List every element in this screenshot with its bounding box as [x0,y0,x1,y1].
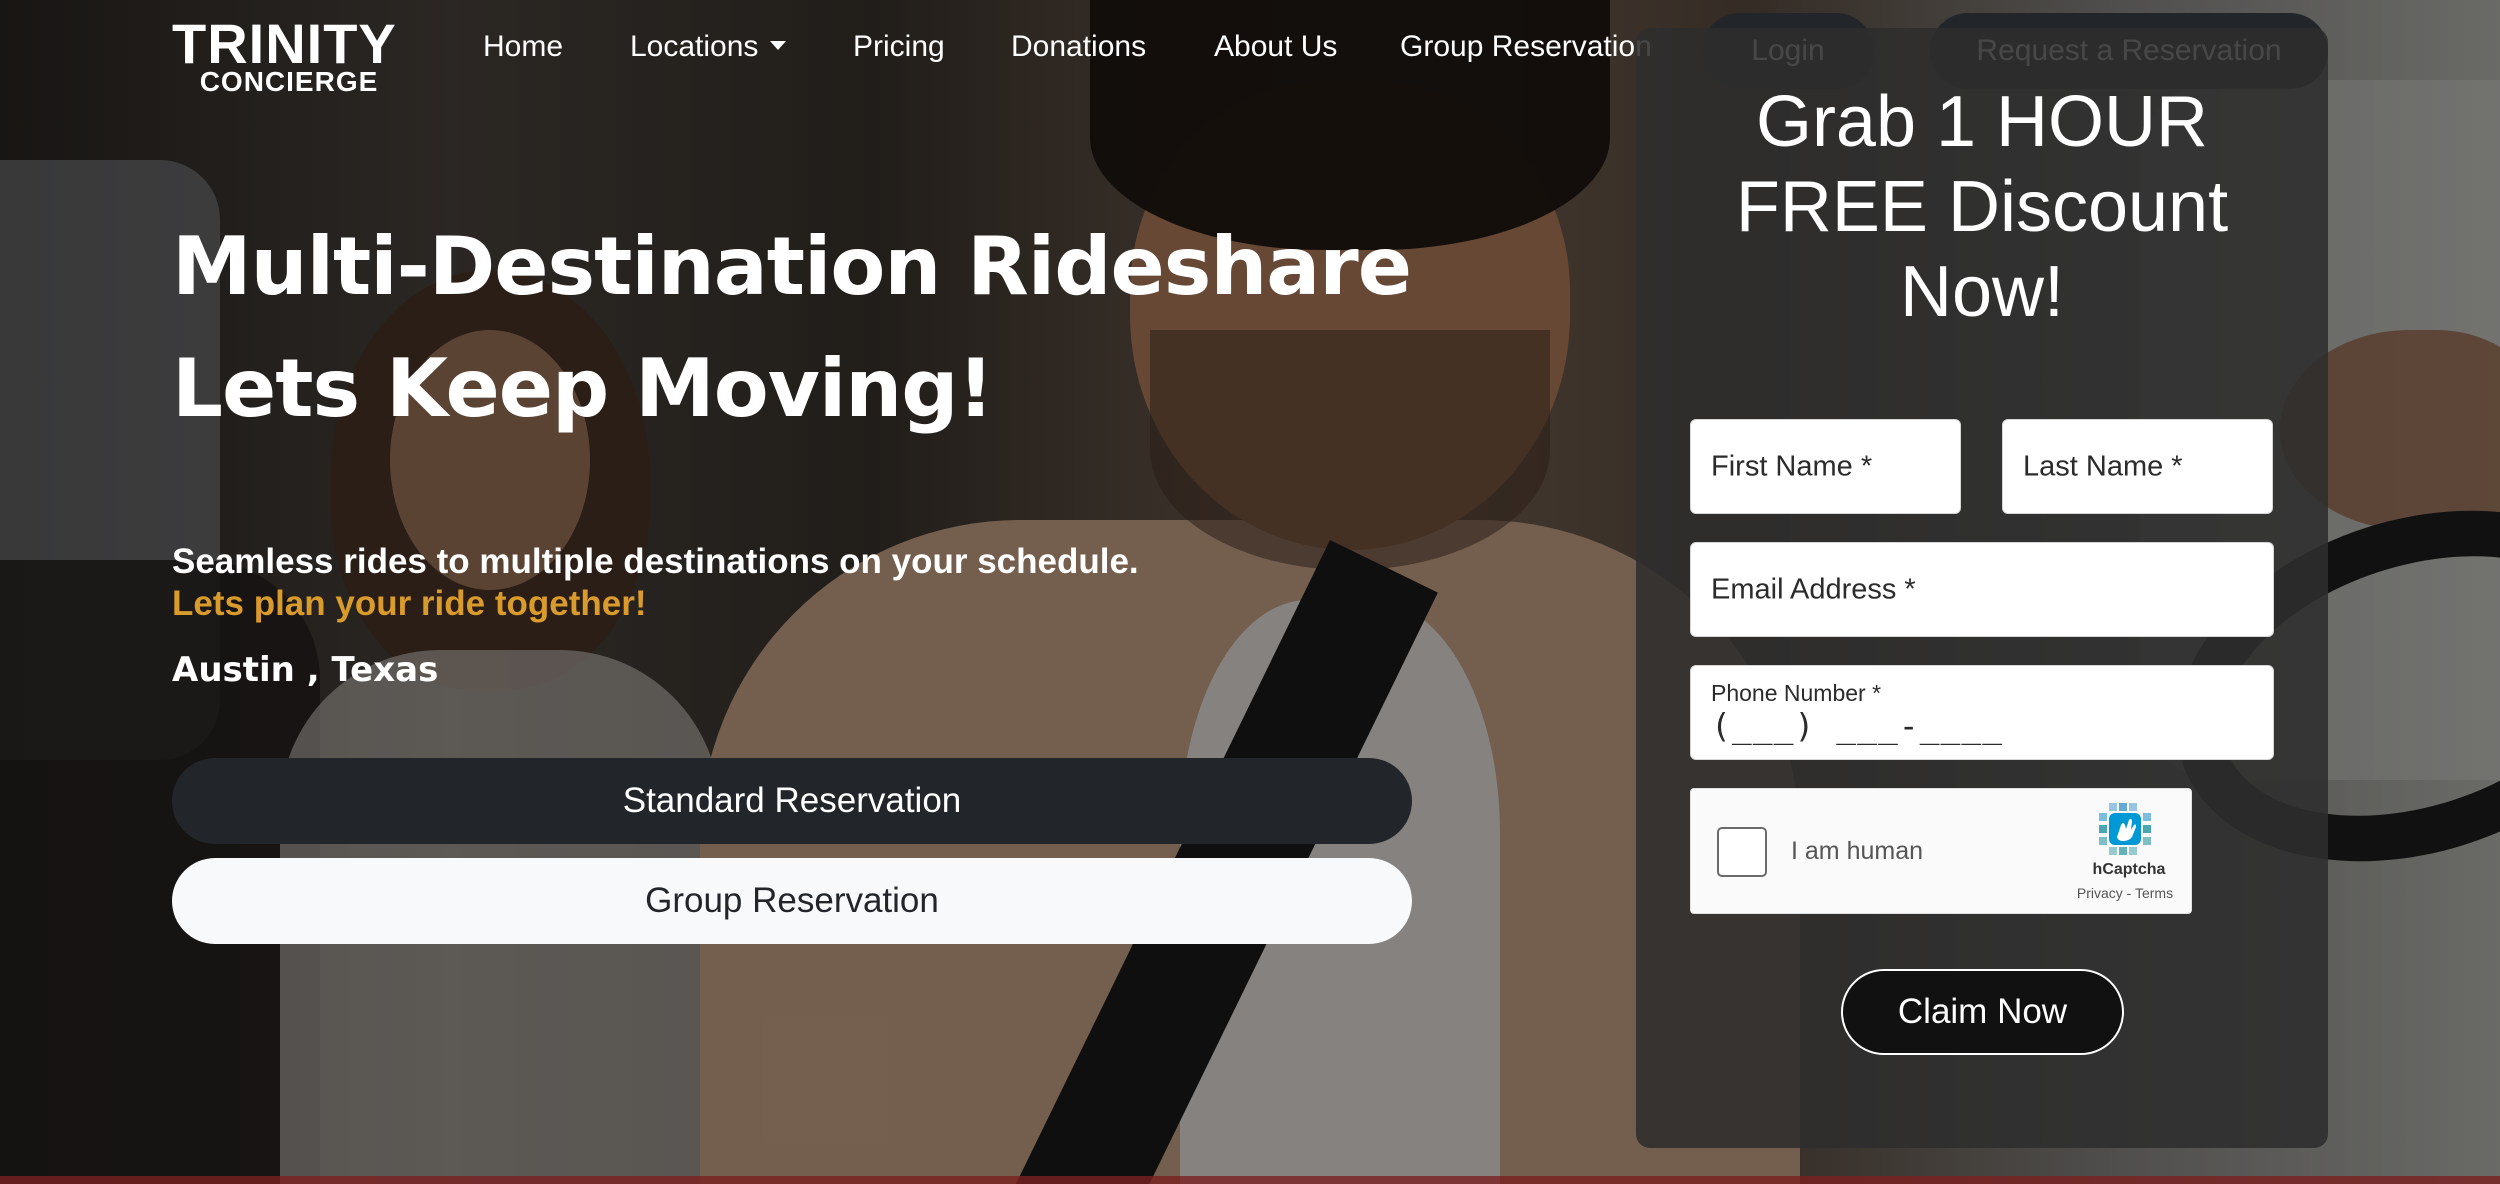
nav-home-link[interactable]: Home [483,30,563,64]
captcha-brand: hCaptcha [2092,861,2166,878]
site-logo[interactable]: TRINITY CONCIERGE [172,12,397,97]
nav-group-reservation-link[interactable]: Group Reservation [1400,30,1652,64]
nav-about-link[interactable]: About Us [1214,30,1337,64]
bottom-strip [0,1176,2500,1184]
phone-mask-value: (___) ___-____ [1711,706,2004,745]
phone-label: Phone Number * [1711,680,1882,706]
captcha-checkbox[interactable] [1717,827,1767,877]
phone-field[interactable]: Phone Number * (___) ___-____ [1690,665,2274,760]
email-label: Email Address * [1711,573,1916,605]
hero-location: Austin , Texas [172,650,439,690]
nav-pricing-link[interactable]: Pricing [853,30,945,64]
caret-down-icon [770,40,787,50]
group-reservation-button[interactable]: Group Reservation [172,858,1412,944]
nav-locations-label: Locations [630,30,759,63]
email-field[interactable]: Email Address * [1690,542,2274,637]
hero-accent-text: Lets plan your ride together! [172,584,647,623]
standard-reservation-button[interactable]: Standard Reservation [172,758,1412,844]
captcha-label: I am human [1791,837,1924,865]
logo-top-text: TRINITY [172,12,397,75]
last-name-label: Last Name * [2023,450,2183,482]
captcha-privacy-terms-links[interactable]: Privacy - Terms [2069,885,2181,901]
nav-locations-dropdown[interactable]: Locations [630,30,787,64]
hero-subtitle: Seamless rides to multiple destinations … [172,542,1139,581]
logo-bottom-text: CONCIERGE [199,66,379,97]
claim-now-button[interactable]: Claim Now [1841,969,2124,1055]
discount-title-line3: Now! [1899,252,2065,332]
hero-title-line1: Multi-Destination Rideshare [172,220,1412,313]
last-name-field[interactable]: Last Name * [2002,419,2273,514]
hero-title-line2: Lets Keep Moving! [172,342,994,435]
first-name-field[interactable]: First Name * [1690,419,1961,514]
nav-donations-link[interactable]: Donations [1011,30,1146,64]
discount-title-line1: Grab 1 HOUR [1755,82,2209,162]
discount-title-line2: FREE Discount [1735,167,2229,247]
discount-form-title: Grab 1 HOUR FREE Discount Now! [1636,80,2328,335]
hcaptcha-logo-icon [2099,803,2151,855]
first-name-label: First Name * [1711,450,1873,482]
hcaptcha-widget: I am human hCaptcha Privacy - Terms [1690,788,2192,914]
